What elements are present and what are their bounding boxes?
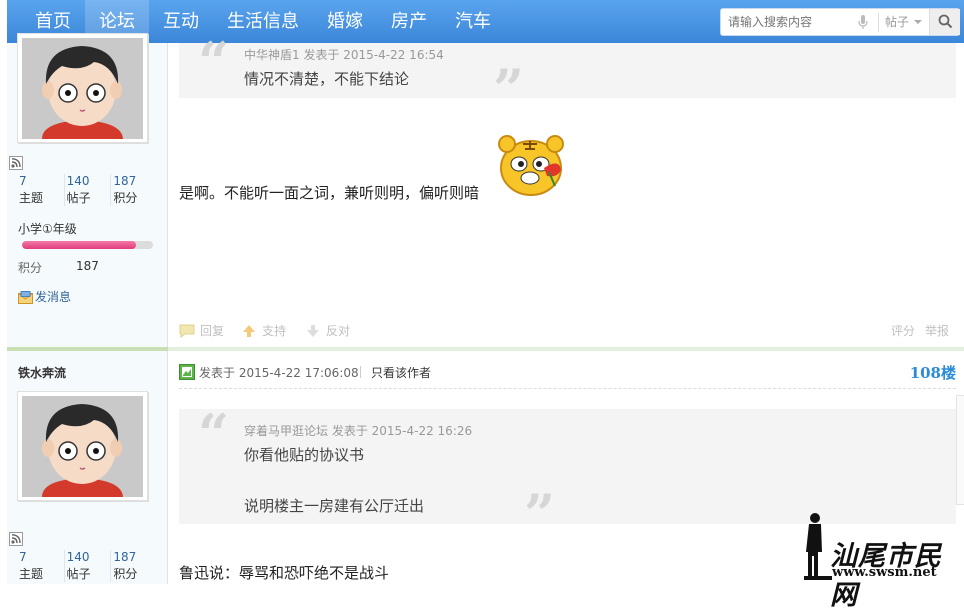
scrollbar-track[interactable] bbox=[956, 395, 964, 505]
rss-icon[interactable] bbox=[9, 532, 23, 546]
quote-block: “ 中华神盾1 发表于 2015-4-22 16:54 情况不清楚，不能下结论 … bbox=[179, 35, 956, 116]
oppose-label: 反对 bbox=[326, 324, 351, 338]
stat-posts-value: 140 bbox=[66, 550, 90, 564]
send-message-label: 发消息 bbox=[35, 290, 72, 304]
cartoon-boy-avatar-icon bbox=[22, 396, 143, 497]
avatar[interactable] bbox=[17, 33, 148, 143]
stat-posts-label: 帖子 bbox=[66, 567, 91, 581]
stat-threads[interactable]: 7 主题 bbox=[17, 174, 64, 206]
user-grade: 小学①年级 bbox=[18, 222, 77, 236]
reply-label: 回复 bbox=[200, 324, 225, 338]
stat-threads[interactable]: 7 主题 bbox=[17, 550, 64, 582]
level-progress-bar bbox=[22, 241, 153, 249]
send-message-link[interactable]: 发消息 bbox=[18, 288, 71, 305]
points-label: 积分 bbox=[18, 261, 43, 275]
stat-threads-label: 主题 bbox=[19, 191, 44, 205]
quote-line: 说明楼主一房建有公厅迁出 bbox=[244, 497, 425, 515]
tiger-emoticon-icon bbox=[498, 135, 564, 196]
post-body: 鲁迅说：辱骂和恐吓绝不是战斗 bbox=[179, 564, 390, 582]
post-author-name[interactable]: 铁水奔流 bbox=[18, 364, 66, 381]
watermark-url: www.swsm.net bbox=[832, 565, 937, 580]
report-button[interactable]: 举报 bbox=[925, 322, 949, 339]
reply-icon bbox=[179, 324, 195, 338]
post-timestamp: 发表于 2015-4-22 17:06:08 bbox=[199, 366, 359, 380]
level-progress-fill bbox=[22, 241, 136, 249]
post-body: 是啊。不能听一面之词，兼听则明，偏听则暗 bbox=[179, 184, 480, 202]
stat-threads-value: 7 bbox=[19, 550, 27, 564]
envelope-icon bbox=[18, 291, 33, 304]
stat-threads-label: 主题 bbox=[19, 567, 44, 581]
nav-real-estate[interactable]: 房产 bbox=[377, 0, 441, 43]
thumbs-down-icon bbox=[307, 325, 319, 337]
points-value: 187 bbox=[76, 259, 99, 273]
user-stats: 7 主题 140 帖子 187 积分 bbox=[17, 174, 157, 206]
stat-points-label: 积分 bbox=[113, 191, 138, 205]
post-actions: 回复 支持 反对 评分 举报 bbox=[179, 322, 956, 340]
search-button[interactable] bbox=[929, 9, 960, 35]
post-header: 发表于 2015-4-22 17:06:08 只看该作者 108楼 bbox=[179, 363, 956, 389]
search-icon bbox=[938, 14, 953, 29]
support-button[interactable]: 支持 bbox=[241, 322, 286, 339]
header-separator bbox=[360, 366, 361, 378]
stat-points-value: 187 bbox=[113, 550, 137, 564]
search-box: 帖子 bbox=[720, 8, 960, 36]
post-divider bbox=[7, 347, 964, 351]
search-scope-select[interactable]: 帖子 bbox=[885, 9, 909, 35]
top-nav-bar: 首页 论坛 互动 生活信息 婚嫁 房产 汽车 帖子 bbox=[7, 0, 964, 43]
stat-points[interactable]: 187 积分 bbox=[110, 550, 157, 582]
nav-auto[interactable]: 汽车 bbox=[441, 0, 505, 43]
stat-posts-label: 帖子 bbox=[66, 191, 91, 205]
stat-points-value: 187 bbox=[113, 174, 137, 188]
reply-button[interactable]: 回复 bbox=[179, 322, 224, 339]
quote-meta: 穿着马甲逛论坛 发表于 2015-4-22 16:26 bbox=[244, 424, 473, 438]
support-label: 支持 bbox=[262, 324, 287, 338]
online-status-icon bbox=[179, 364, 195, 380]
cartoon-boy-avatar-icon bbox=[22, 38, 143, 139]
search-input[interactable] bbox=[721, 9, 879, 35]
stat-threads-value: 7 bbox=[19, 174, 27, 188]
thumbs-up-icon bbox=[243, 325, 255, 337]
nav-wedding[interactable]: 婚嫁 bbox=[313, 0, 377, 43]
quote-line: 你看他贴的协议书 bbox=[244, 446, 365, 464]
quote-meta: 中华神盾1 发表于 2015-4-22 16:54 bbox=[244, 48, 444, 62]
quote-block: “ 穿着马甲逛论坛 发表于 2015-4-22 16:26 你看他贴的协议书 说… bbox=[179, 402, 956, 541]
user-stats: 7 主题 140 帖子 187 积分 bbox=[17, 550, 157, 582]
stat-points-label: 积分 bbox=[113, 567, 138, 581]
stat-posts-value: 140 bbox=[66, 174, 90, 188]
open-quote-icon: “ bbox=[198, 30, 230, 94]
chevron-down-icon[interactable] bbox=[914, 20, 922, 24]
close-quote-icon: ” bbox=[493, 57, 525, 121]
view-author-only-link[interactable]: 只看该作者 bbox=[371, 364, 431, 381]
microphone-icon[interactable] bbox=[858, 15, 868, 30]
search-divider bbox=[878, 13, 879, 32]
rss-icon[interactable] bbox=[9, 156, 23, 170]
quote-line: 情况不清楚，不能下结论 bbox=[244, 70, 410, 88]
stat-posts[interactable]: 140 帖子 bbox=[63, 174, 111, 206]
avatar[interactable] bbox=[17, 391, 148, 501]
open-quote-icon: “ bbox=[198, 402, 230, 466]
stat-posts[interactable]: 140 帖子 bbox=[63, 550, 111, 582]
rate-button[interactable]: 评分 bbox=[891, 322, 915, 339]
oppose-button[interactable]: 反对 bbox=[305, 322, 350, 339]
stat-points[interactable]: 187 积分 bbox=[110, 174, 157, 206]
close-quote-icon: ” bbox=[524, 482, 556, 546]
floor-number-link[interactable]: 108楼 bbox=[910, 362, 956, 383]
